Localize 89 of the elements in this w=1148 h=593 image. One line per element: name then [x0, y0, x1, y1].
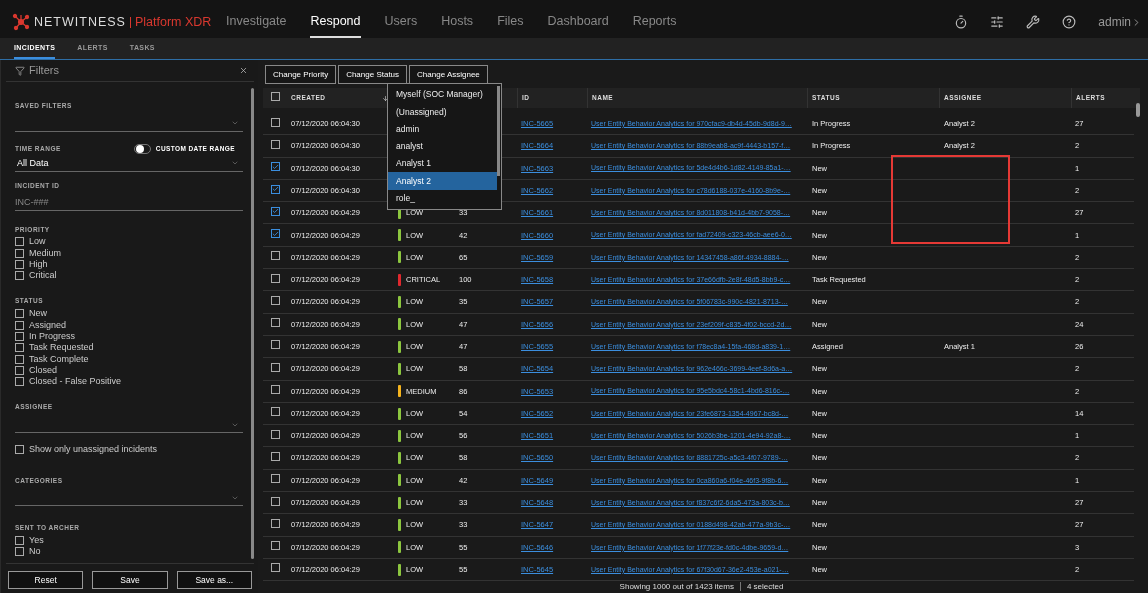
checkbox[interactable] — [15, 309, 24, 319]
product-name: Platform XDR — [134, 13, 212, 31]
checkbox[interactable] — [271, 139, 280, 149]
sliders-icon[interactable] — [990, 15, 1005, 29]
checkbox[interactable] — [271, 229, 280, 239]
selected-count: 4 selected — [746, 580, 784, 593]
checkbox[interactable] — [15, 248, 24, 258]
option-label: No — [29, 547, 41, 557]
option-label: New — [29, 309, 47, 319]
nav-tab[interactable]: Reports — [632, 6, 677, 38]
menu-item[interactable]: Analyst 2 — [388, 172, 497, 190]
timer-icon[interactable] — [954, 15, 969, 29]
menu-item[interactable]: Myself (SOC Manager) — [388, 86, 497, 104]
menu-item[interactable]: Analyst 1 — [388, 155, 497, 173]
checkbox[interactable] — [271, 429, 280, 439]
filter-button[interactable]: Save as... — [176, 571, 252, 589]
checkbox[interactable] — [271, 451, 280, 461]
panel-title: Filters — [29, 63, 59, 79]
sort-arrow-icon — [382, 94, 389, 102]
filter-icon — [15, 65, 25, 76]
filter-button[interactable]: Save — [92, 571, 168, 589]
option-label: Assigned — [29, 320, 67, 330]
checkbox[interactable] — [271, 362, 280, 372]
checkbox[interactable] — [15, 331, 24, 341]
checkbox[interactable] — [271, 518, 280, 528]
checkbox[interactable] — [271, 184, 280, 194]
checkbox[interactable] — [15, 271, 24, 281]
checkbox[interactable] — [271, 340, 280, 350]
incident-id-field[interactable]: INC-### — [15, 193, 243, 211]
checkbox[interactable] — [271, 474, 280, 484]
option-label: Show only unassigned incidents — [29, 443, 158, 456]
checkbox[interactable] — [271, 295, 280, 305]
brand-name: NETWITNESS — [34, 13, 126, 31]
option-label: Task Requested — [29, 343, 94, 353]
option-label: Critical — [29, 271, 57, 281]
checkbox[interactable] — [271, 407, 280, 417]
nav-tab[interactable]: Dashboard — [547, 6, 609, 38]
nav-tab[interactable]: Users — [384, 6, 418, 38]
checkbox[interactable] — [271, 541, 280, 551]
option-label: High — [29, 260, 48, 269]
tools-icon[interactable] — [1026, 15, 1041, 29]
time-range-select[interactable]: All Data — [15, 155, 243, 172]
checkbox[interactable] — [271, 496, 280, 506]
checkbox[interactable] — [271, 162, 280, 172]
checkbox[interactable] — [15, 445, 24, 455]
checkbox[interactable] — [271, 273, 280, 283]
menu-item[interactable]: role_ — [388, 189, 497, 208]
checkbox[interactable] — [15, 547, 24, 557]
checkbox[interactable] — [15, 377, 24, 387]
toolbar-button[interactable]: Change Priority — [265, 65, 337, 84]
help-icon[interactable] — [1062, 15, 1077, 29]
checkbox[interactable] — [271, 117, 280, 127]
checkbox[interactable] — [15, 354, 24, 364]
filter-button[interactable]: Reset — [8, 571, 84, 589]
option-label: Medium — [29, 248, 61, 258]
menu-item[interactable]: (Unassigned) — [388, 103, 497, 121]
checkbox[interactable] — [15, 320, 24, 330]
close-icon[interactable] — [239, 66, 248, 75]
item-count: Showing 1000 out of 1423 items — [619, 580, 734, 593]
checkbox[interactable] — [15, 343, 24, 353]
checkbox[interactable] — [271, 385, 280, 395]
checkbox[interactable] — [15, 536, 24, 546]
toolbar-button[interactable]: Change Assignee — [409, 65, 488, 84]
checkbox[interactable] — [15, 365, 24, 375]
checkbox[interactable] — [271, 563, 280, 573]
option-label: Closed - False Positive — [29, 377, 122, 387]
option-label: Closed — [29, 365, 57, 375]
nav-tab[interactable]: Investigate — [226, 6, 287, 38]
option-label: Low — [29, 237, 46, 247]
toggle-switch[interactable] — [133, 143, 151, 154]
checkbox[interactable] — [271, 318, 280, 328]
checkbox[interactable] — [271, 251, 280, 261]
scrollbar[interactable] — [497, 86, 500, 176]
option-label: In Progress — [29, 331, 76, 341]
network-logo-icon — [12, 13, 30, 31]
user-menu[interactable]: admin — [1098, 13, 1142, 31]
scrollbar[interactable] — [1136, 103, 1140, 117]
scrollbar[interactable] — [251, 88, 254, 559]
option-label: Task Complete — [29, 354, 89, 364]
menu-item[interactable]: analyst — [388, 137, 497, 156]
toolbar-button[interactable]: Change Status — [338, 65, 408, 84]
checkbox[interactable] — [15, 260, 24, 269]
checkbox[interactable] — [15, 237, 24, 247]
checkbox[interactable] — [271, 206, 280, 216]
nav-tab[interactable]: Hosts — [441, 6, 474, 38]
option-label: Yes — [29, 536, 44, 546]
checkbox[interactable] — [271, 92, 280, 102]
nav-tab[interactable]: Files — [497, 6, 524, 38]
menu-item[interactable]: admin — [388, 120, 497, 138]
